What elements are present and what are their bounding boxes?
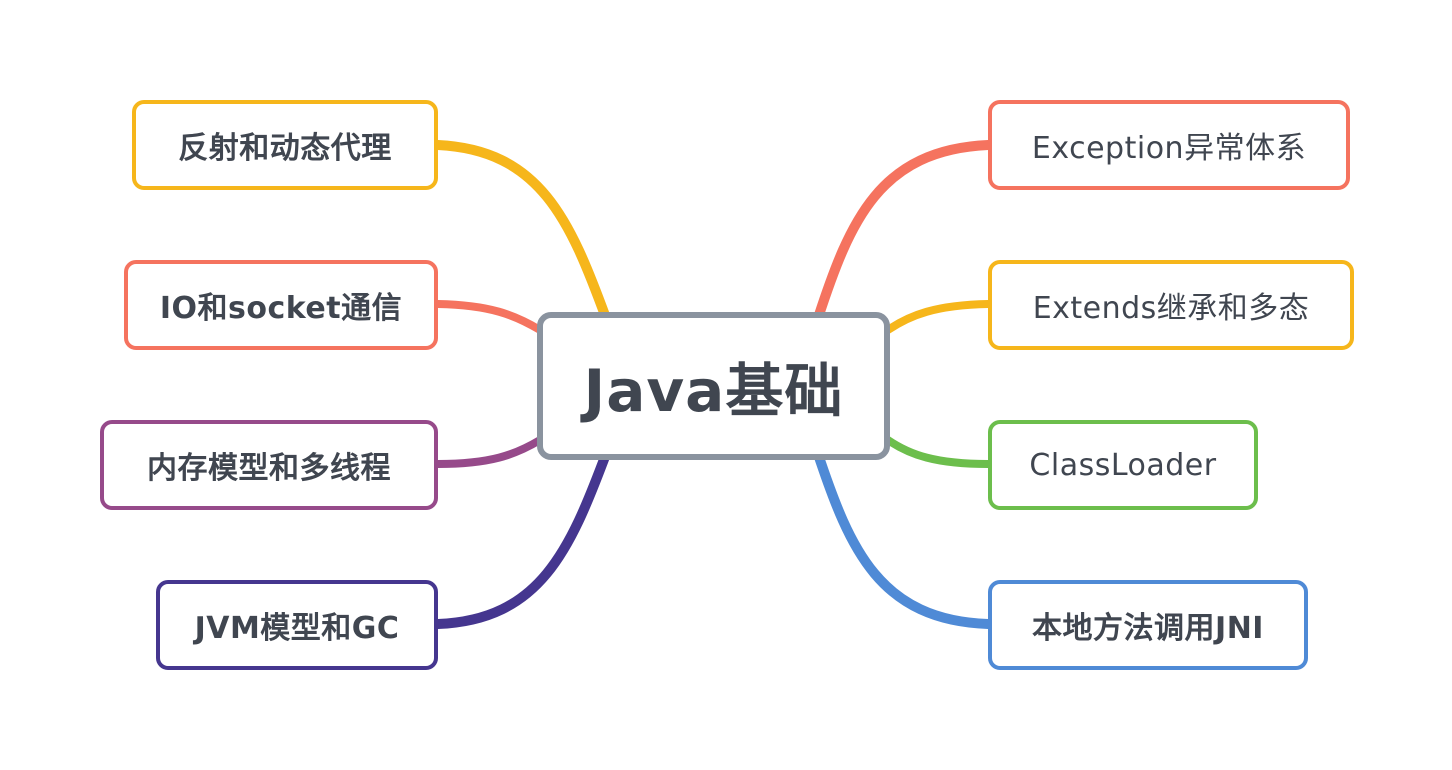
connector-extends bbox=[884, 300, 992, 334]
subtopic-label: 内存模型和多线程 bbox=[147, 451, 391, 486]
connector-exception bbox=[813, 140, 993, 323]
connector-jvm bbox=[433, 449, 611, 629]
subtopic-label: 反射和动态代理 bbox=[178, 131, 392, 166]
subtopic-label: 本地方法调用JNI bbox=[1032, 611, 1264, 646]
subtopic-exception-node[interactable]: Exception异常体系 bbox=[988, 100, 1350, 190]
central-topic-label: Java基础 bbox=[583, 357, 844, 425]
subtopic-jvm-node[interactable]: JVM模型和GC bbox=[156, 580, 438, 670]
subtopic-memory-node[interactable]: 内存模型和多线程 bbox=[100, 420, 438, 510]
subtopic-classloader-node[interactable]: ClassLoader bbox=[988, 420, 1258, 510]
subtopic-label: Extends继承和多态 bbox=[1032, 291, 1310, 326]
central-topic-node[interactable]: Java基础 bbox=[537, 312, 890, 460]
subtopic-label: JVM模型和GC bbox=[194, 611, 400, 646]
connector-jni bbox=[813, 449, 993, 629]
subtopic-reflection-node[interactable]: 反射和动态代理 bbox=[132, 100, 438, 190]
subtopic-label: ClassLoader bbox=[1029, 447, 1217, 483]
connector-io bbox=[434, 300, 544, 334]
subtopic-extends-node[interactable]: Extends继承和多态 bbox=[988, 260, 1354, 350]
mind-map-canvas: Java基础 反射和动态代理 IO和socket通信 内存模型和多线程 JVM模… bbox=[0, 0, 1452, 770]
subtopic-io-node[interactable]: IO和socket通信 bbox=[124, 260, 438, 350]
connector-reflection bbox=[433, 140, 611, 323]
connector-classloader bbox=[884, 436, 992, 468]
connector-memory bbox=[434, 436, 544, 468]
subtopic-label: IO和socket通信 bbox=[159, 291, 403, 326]
subtopic-jni-node[interactable]: 本地方法调用JNI bbox=[988, 580, 1308, 670]
subtopic-label: Exception异常体系 bbox=[1031, 131, 1307, 166]
